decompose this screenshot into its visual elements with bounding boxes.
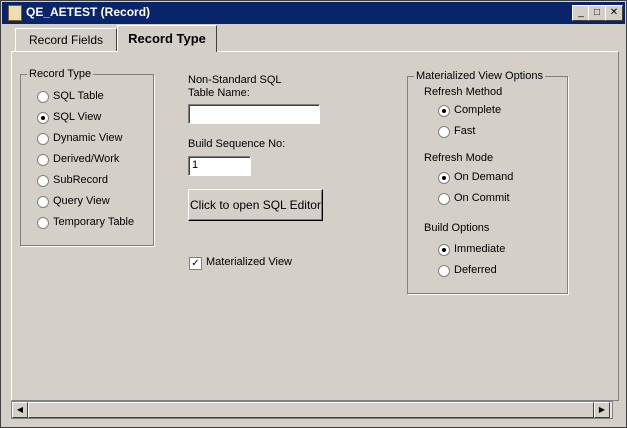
radio-sql-table[interactable]	[37, 91, 49, 103]
horizontal-scrollbar[interactable]: ◀ ▶	[11, 401, 613, 419]
radio-label: On Demand	[454, 171, 514, 183]
radio-on-commit[interactable]	[438, 193, 450, 205]
close-button[interactable]: ✕	[605, 5, 623, 21]
radio-label: Temporary Table	[53, 216, 135, 228]
refresh-mode-label: Refresh Mode	[424, 152, 494, 164]
radio-query-view[interactable]	[37, 196, 49, 208]
title-bar[interactable]: QE_AETEST (Record) _ □ ✕	[2, 2, 625, 24]
sql-table-name-label-line1: Non-Standard SQL	[188, 74, 282, 86]
radio-complete[interactable]	[438, 105, 450, 117]
radio-sql-view[interactable]	[37, 112, 49, 124]
sql-table-name-label-line2: Table Name:	[188, 87, 250, 99]
radio-label: Query View	[53, 195, 110, 207]
tab-record-type[interactable]: Record Type	[117, 25, 217, 52]
radio-label: SQL Table	[53, 90, 104, 102]
mv-options-legend: Materialized View Options	[416, 70, 543, 82]
maximize-button[interactable]: □	[588, 5, 606, 21]
window-title: QE_AETEST (Record)	[26, 5, 151, 19]
refresh-method-label: Refresh Method	[424, 86, 503, 98]
radio-label: Dynamic View	[53, 132, 123, 144]
scroll-right-button[interactable]: ▶	[594, 402, 610, 418]
scroll-thumb[interactable]	[28, 402, 594, 418]
radio-label: Complete	[454, 104, 502, 116]
radio-dynamic-view[interactable]	[37, 133, 49, 145]
radio-label: On Commit	[454, 192, 510, 204]
build-sequence-label: Build Sequence No:	[188, 138, 286, 150]
radio-deferred[interactable]	[438, 265, 450, 277]
record-type-legend: Record Type	[29, 68, 92, 80]
radio-label: Fast	[454, 125, 476, 137]
record-window: QE_AETEST (Record) _ □ ✕ Record Fields R…	[0, 0, 627, 428]
scroll-left-button[interactable]: ◀	[12, 402, 28, 418]
tab-record-fields[interactable]: Record Fields	[15, 28, 117, 51]
radio-fast[interactable]	[438, 126, 450, 138]
tab-panel: Record Type SQL Table SQL View Dynamic V…	[11, 51, 619, 401]
materialized-view-checkbox[interactable]: ✓	[189, 257, 202, 270]
build-options-label: Build Options	[424, 222, 490, 234]
radio-label: SQL View	[53, 111, 102, 123]
open-sql-editor-button[interactable]: Click to open SQL Editor	[188, 189, 323, 221]
radio-subrecord[interactable]	[37, 175, 49, 187]
app-icon	[8, 5, 22, 21]
build-sequence-input[interactable]: 1	[188, 156, 251, 176]
sql-table-name-input[interactable]	[188, 104, 320, 124]
radio-on-demand[interactable]	[438, 172, 450, 184]
materialized-view-label: Materialized View	[206, 256, 293, 268]
radio-label: Immediate	[454, 243, 506, 255]
radio-label: Derived/Work	[53, 153, 120, 165]
radio-temporary-table[interactable]	[37, 217, 49, 229]
radio-label: SubRecord	[53, 174, 109, 186]
radio-derived-work[interactable]	[37, 154, 49, 166]
radio-label: Deferred	[454, 264, 497, 276]
radio-immediate[interactable]	[438, 244, 450, 256]
